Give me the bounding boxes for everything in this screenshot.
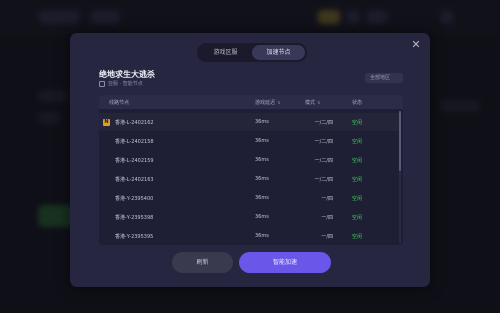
row-node: 香港-Y-2395400 [115,195,154,202]
game-subtitle: 亚服 · 智能节点 [99,80,143,87]
game-title: 绝地求生大逃杀 [99,70,155,79]
table-scrollbar[interactable] [399,111,401,243]
table-row[interactable]: 香港-Y-2395400 36ms 一/四 空闲 [99,189,399,207]
row-mode: 一/二/四 [314,176,333,183]
row-latency: 36ms [255,138,269,144]
row-node: 香港-L-2402162 [115,119,154,126]
game-subtitle-text: 亚服 · 智能节点 [108,81,143,87]
row-mode: 一/四 [321,195,333,202]
region-select[interactable]: 全部地区 [365,73,403,83]
tab-acceleration-node[interactable]: 加速节点 [252,45,305,60]
row-status: 空闲 [352,157,363,164]
server-icon [99,80,105,87]
row-latency: 36ms [255,176,269,182]
smart-accelerate-button[interactable]: 智能加速 [239,252,331,273]
table-row[interactable]: 香港-L-2402159 36ms 一/二/四 空闲 [99,151,399,169]
node-select-modal: ✕ 游戏区服 加速节点 绝地求生大逃杀 亚服 · 智能节点 全部地区 线路节点 … [70,33,430,287]
row-status: 空闲 [352,138,363,145]
row-node: 香港-L-2402163 [115,176,154,183]
table-header: 线路节点 游戏延迟 ⇅ 模式 ⇅ 状态 [99,95,403,109]
header-mode[interactable]: 模式 ⇅ [305,99,320,106]
row-status: 空闲 [352,233,363,240]
recommended-badge: N [103,118,110,126]
row-status: 空闲 [352,214,363,221]
row-mode: 一/二/四 [314,157,333,164]
row-latency: 36ms [255,233,269,239]
row-node: 香港-Y-2395398 [115,214,154,221]
node-table: 线路节点 游戏延迟 ⇅ 模式 ⇅ 状态 N 香港-L-2402162 36ms 一/… [99,95,403,245]
header-status: 状态 [352,99,363,106]
row-status: 空闲 [352,119,363,126]
header-mode-label: 模式 [305,99,316,106]
sort-icon[interactable]: ⇅ [317,100,320,105]
row-mode: 一/二/四 [314,138,333,145]
row-node: 香港-L-2402159 [115,157,154,164]
tab-switcher: 游戏区服 加速节点 [197,43,307,62]
table-row[interactable]: N 香港-L-2402162 36ms 一/二/四 空闲 [99,113,399,131]
row-mode: 一/四 [321,214,333,221]
row-mode: 一/二/四 [314,119,333,126]
header-latency[interactable]: 游戏延迟 ⇅ [255,99,280,106]
row-node: 香港-L-2402158 [115,138,154,145]
row-status: 空闲 [352,195,363,202]
sort-icon[interactable]: ⇅ [277,100,280,105]
tab-game-server[interactable]: 游戏区服 [199,45,252,60]
row-node: 香港-Y-2395395 [115,233,154,240]
table-row[interactable]: 香港-Y-2395395 36ms 一/四 空闲 [99,227,399,245]
row-latency: 36ms [255,214,269,220]
refresh-button[interactable]: 刷新 [172,252,233,273]
row-latency: 36ms [255,157,269,163]
scrollbar-thumb[interactable] [399,111,401,171]
close-icon[interactable]: ✕ [410,39,422,51]
row-status: 空闲 [352,176,363,183]
row-mode: 一/四 [321,233,333,240]
table-row[interactable]: 香港-Y-2395398 36ms 一/四 空闲 [99,208,399,226]
row-latency: 36ms [255,119,269,125]
header-node: 线路节点 [109,99,130,106]
header-latency-label: 游戏延迟 [255,99,276,106]
row-latency: 36ms [255,195,269,201]
table-row[interactable]: 香港-L-2402163 36ms 一/二/四 空闲 [99,170,399,188]
table-row[interactable]: 香港-L-2402158 36ms 一/二/四 空闲 [99,132,399,150]
